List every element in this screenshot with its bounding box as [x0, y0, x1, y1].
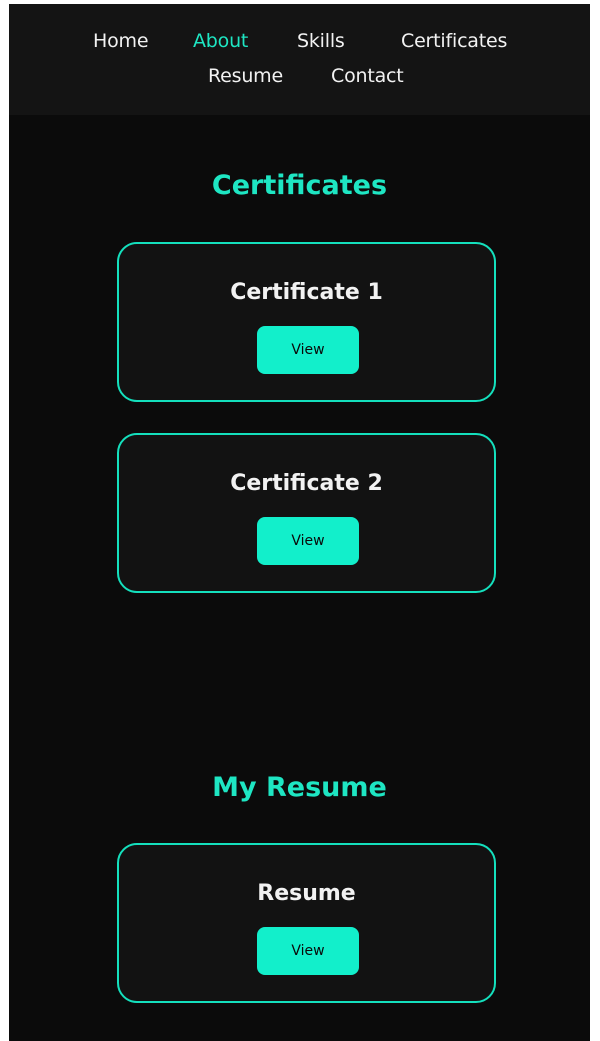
nav-link-resume[interactable]: Resume: [208, 65, 283, 87]
navbar: Home About Skills Certificates Resume Co…: [9, 4, 590, 115]
nav-link-skills[interactable]: Skills: [297, 30, 345, 52]
certificates-heading: Certificates: [211, 170, 388, 201]
resume-card: Resume View: [117, 843, 496, 1003]
view-certificate-2-button[interactable]: View: [257, 517, 359, 565]
certificate-title: Certificate 2: [230, 471, 383, 496]
view-resume-button[interactable]: View: [257, 927, 359, 975]
resume-heading: My Resume: [212, 772, 387, 803]
page: Home About Skills Certificates Resume Co…: [9, 4, 590, 1041]
nav-link-home[interactable]: Home: [93, 30, 149, 52]
certificate-title: Certificate 1: [230, 280, 383, 305]
resume-title: Resume: [257, 881, 356, 906]
nav-link-contact[interactable]: Contact: [331, 65, 404, 87]
view-certificate-1-button[interactable]: View: [257, 326, 359, 374]
certificate-card: Certificate 2 View: [117, 433, 496, 593]
nav-link-about[interactable]: About: [193, 30, 248, 52]
nav-link-certificates[interactable]: Certificates: [401, 30, 507, 52]
certificate-card: Certificate 1 View: [117, 242, 496, 402]
